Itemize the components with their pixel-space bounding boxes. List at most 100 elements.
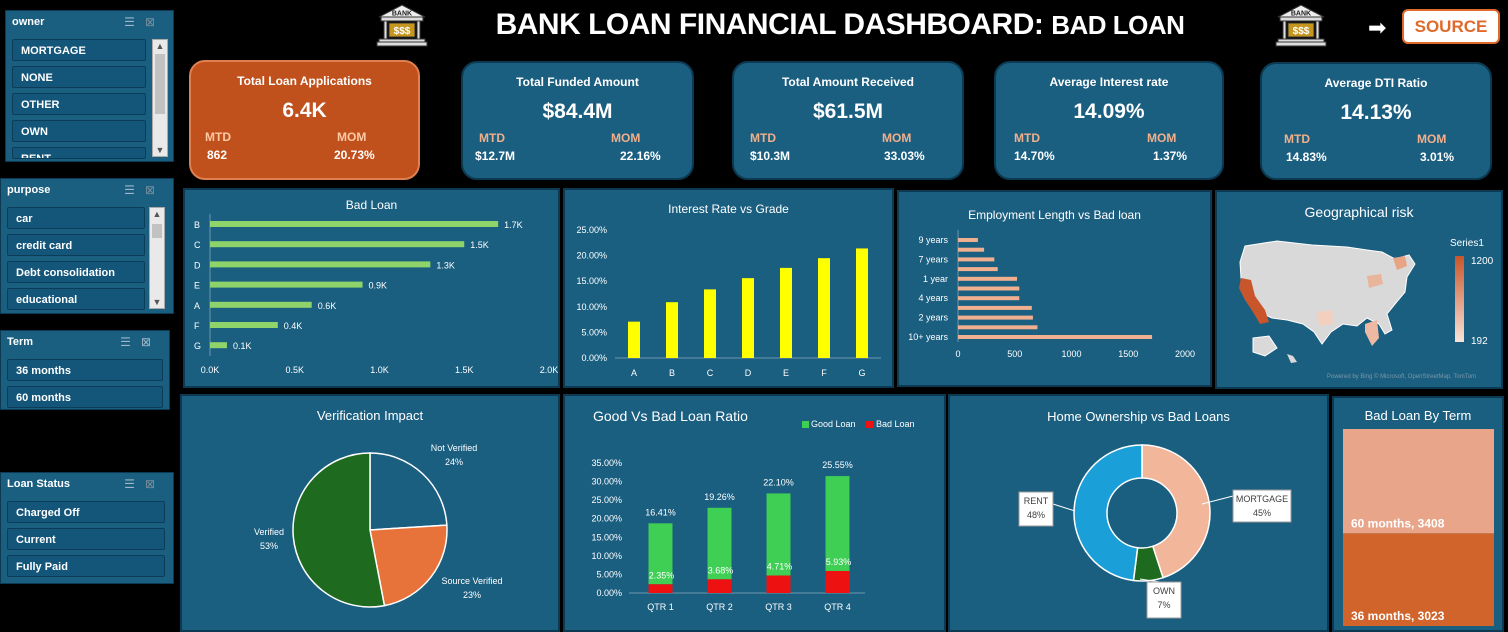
kpi-mom-label: MOM xyxy=(882,131,912,145)
category-label: D xyxy=(745,368,752,378)
data-label: 0.4K xyxy=(284,321,303,331)
bar-bad xyxy=(648,584,673,593)
clear-filter-icon[interactable]: ⊠ xyxy=(145,15,165,29)
category-label: B xyxy=(669,368,675,378)
owner-slicer-title: owner xyxy=(12,16,45,28)
category-label: 1 year xyxy=(923,274,948,284)
kpi-total-funded-amount: Total Funded Amount $84.4M MTD MOM $12.7… xyxy=(461,61,694,180)
category-label: E xyxy=(783,368,789,378)
source-button[interactable]: SOURCE xyxy=(1402,9,1500,44)
category-label: A xyxy=(631,368,637,378)
owner-scrollbar[interactable]: ▲ ▼ xyxy=(152,39,168,157)
slicer-tools: ☰⊠ xyxy=(124,15,165,29)
bank-icon: BANK $$$ xyxy=(376,4,428,47)
tick-label: 0.5K xyxy=(285,365,304,375)
slicer-item-mortgage[interactable]: MORTGAGE xyxy=(12,39,146,61)
kpi-mom-value: 33.03% xyxy=(884,149,925,163)
tick-label: 15.00% xyxy=(576,276,607,286)
tick-label: 1.5K xyxy=(455,365,474,375)
data-label: 3.68% xyxy=(708,565,734,575)
bar xyxy=(210,241,465,248)
bar xyxy=(958,257,995,262)
category-label: F xyxy=(821,368,827,378)
slicer-item-60-months[interactable]: 60 months xyxy=(7,386,163,408)
bar xyxy=(958,267,998,272)
legend-label: Bad Loan xyxy=(876,419,915,429)
clear-filter-icon[interactable]: ⊠ xyxy=(145,183,165,197)
kpi-title: Total Amount Received xyxy=(781,75,915,89)
bar xyxy=(628,321,640,358)
kpi-mom-value: 20.73% xyxy=(334,148,375,162)
purpose-scrollbar[interactable]: ▲ ▼ xyxy=(149,207,165,309)
kpi-average-interest-rate: Average Interest rate 14.09% MTD MOM 14.… xyxy=(994,61,1224,180)
clear-filter-icon[interactable]: ⊠ xyxy=(141,335,161,349)
tick-label: 1000 xyxy=(1061,349,1081,359)
geo-risk-panel: Geographical risk Series1 1200 192 Power… xyxy=(1215,190,1503,389)
term-treemap: 60 months, 3408 36 months, 3023 xyxy=(1343,429,1494,626)
data-label: 0.6K xyxy=(318,301,337,311)
slicer-item-credit-card[interactable]: credit card xyxy=(7,234,145,256)
emp-length-chart: 10+ years 2 years 4 years 1 year 7 years 9 ye… xyxy=(908,230,1195,359)
kpi-title: Average DTI Ratio xyxy=(1324,76,1428,90)
data-label: 1.7K xyxy=(504,220,523,230)
data-label: 5.93% xyxy=(826,557,852,567)
slicer-item-own[interactable]: OWN xyxy=(12,120,146,142)
clear-filter-icon[interactable]: ⊠ xyxy=(145,477,165,491)
category-label: 2 years xyxy=(918,313,948,323)
slicer-item-educational[interactable]: educational xyxy=(7,288,145,310)
pie-slice xyxy=(369,452,448,531)
category-label: 10+ years xyxy=(908,332,948,342)
bank-label: BANK xyxy=(1291,11,1311,18)
bar xyxy=(210,281,363,288)
kpi-title: Total Loan Applications xyxy=(237,74,372,88)
interest-grade-chart-panel: Interest Rate vs Grade 0.00% 5.00% 10.00% 1… xyxy=(563,188,894,388)
slicer-item-other[interactable]: OTHER xyxy=(12,93,146,115)
slice-label: Not Verified xyxy=(431,443,478,453)
slice-label: Verified xyxy=(254,527,284,537)
slice-label: MORTGAGE xyxy=(1236,494,1288,504)
kpi-mom-value: 1.37% xyxy=(1153,149,1188,163)
slicer-item-debt-consolidation[interactable]: Debt consolidation xyxy=(7,261,145,283)
kpi-mtd-label: MTD xyxy=(479,131,505,145)
slicer-item-36-months[interactable]: 36 months xyxy=(7,359,163,381)
multi-select-icon[interactable]: ☰ xyxy=(124,15,145,29)
category-label: E xyxy=(194,281,200,291)
slicer-item-fully-paid[interactable]: Fully Paid xyxy=(7,555,165,577)
bar xyxy=(704,289,716,358)
good-bad-chart-panel: Good Vs Bad Loan Ratio 0.00% 5.00% 10.00% 1… xyxy=(563,394,946,632)
tile-label: 36 months, 3023 xyxy=(1351,609,1445,623)
slicer-item-charged-off[interactable]: Charged Off xyxy=(7,501,165,523)
multi-select-icon[interactable]: ☰ xyxy=(120,335,141,349)
bar xyxy=(210,342,227,349)
multi-select-icon[interactable]: ☰ xyxy=(124,183,145,197)
kpi-mtd-label: MTD xyxy=(1014,131,1040,145)
category-label: QTR 2 xyxy=(706,602,733,612)
kpi-mom-label: MOM xyxy=(1417,132,1447,146)
slicer-item-none[interactable]: NONE xyxy=(12,66,146,88)
bar xyxy=(210,261,431,268)
slicer-item-current[interactable]: Current xyxy=(7,528,165,550)
tick-label: 10.00% xyxy=(591,551,622,561)
data-label: 48% xyxy=(1027,510,1045,520)
tick-label: 0.00% xyxy=(581,353,607,363)
category-label: 9 years xyxy=(918,235,948,245)
bar xyxy=(780,267,792,358)
kpi-mom-label: MOM xyxy=(611,131,641,145)
kpi-mtd-value: 14.70% xyxy=(1014,149,1055,163)
data-label: 7% xyxy=(1157,600,1170,610)
state-highlight xyxy=(1365,320,1379,346)
bar xyxy=(210,221,499,227)
multi-select-icon[interactable]: ☰ xyxy=(124,477,145,491)
slicer-item-car[interactable]: car xyxy=(7,207,145,229)
bank-icon: BANK $$$ xyxy=(1275,4,1327,47)
legend-swatch xyxy=(866,421,873,428)
data-label: 19.26% xyxy=(704,492,735,502)
tick-label: 35.00% xyxy=(591,458,622,468)
interest-grade-chart: 0.00% 5.00% 10.00% 15.00% 20.00% 25.00% A B C D E F… xyxy=(576,225,881,378)
tick-label: 1500 xyxy=(1118,349,1138,359)
slicer-item-rent[interactable]: RENT xyxy=(12,147,146,159)
tick-label: 5.00% xyxy=(581,327,607,337)
term-chart-panel: Bad Loan By Term 60 months, 3408 36 month… xyxy=(1332,396,1504,632)
data-label: 2.35% xyxy=(649,570,675,580)
owner-slicer: owner ☰⊠ MORTGAGE NONE OTHER OWN RENT ▲ ▼ xyxy=(5,10,174,162)
